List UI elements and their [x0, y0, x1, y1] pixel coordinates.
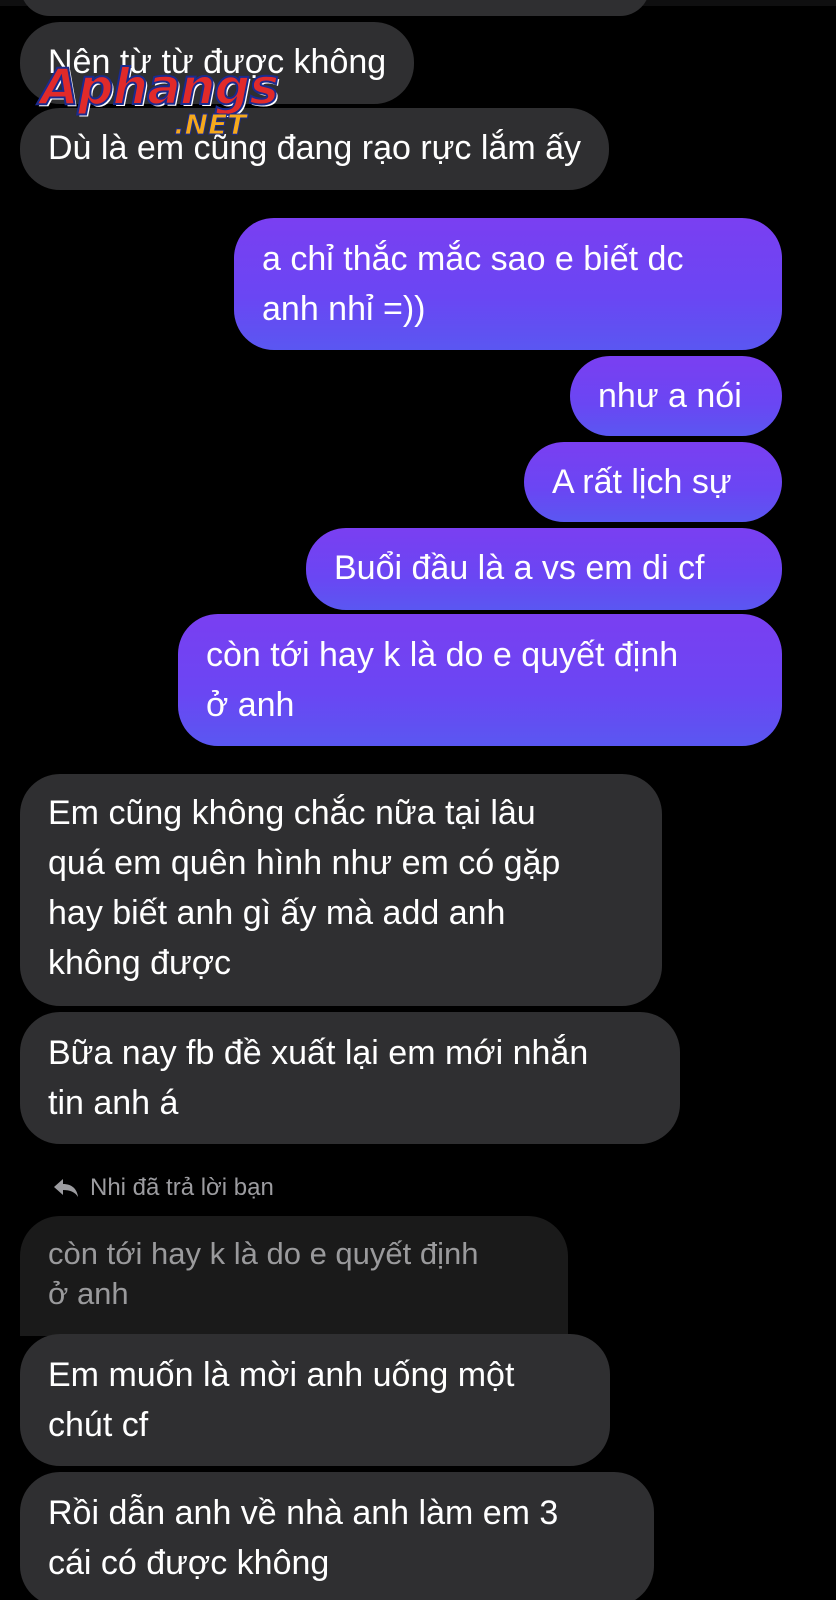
chat-screen: Nên từ từ được không Dù là em cũng đang …: [0, 0, 836, 1600]
reply-indicator: Nhi đã trả lời bạn: [52, 1174, 274, 1202]
message-bubble-outgoing[interactable]: a chỉ thắc mắc sao e biết dc anh nhỉ =)): [234, 218, 782, 350]
previous-message-bubble[interactable]: [20, 0, 650, 16]
message-bubble-outgoing[interactable]: còn tới hay k là do e quyết định ở anh: [178, 614, 782, 746]
message-bubble-outgoing[interactable]: Buổi đầu là a vs em di cf: [306, 528, 782, 610]
message-bubble-incoming[interactable]: Rồi dẫn anh về nhà anh làm em 3 cái có đ…: [20, 1472, 654, 1600]
message-bubble-incoming[interactable]: Bữa nay fb đề xuất lại em mới nhắn tin a…: [20, 1012, 680, 1144]
message-bubble-incoming[interactable]: Em cũng không chắc nữa tại lâu quá em qu…: [20, 774, 662, 1006]
reply-arrow-icon: [54, 1179, 78, 1197]
reply-label-text: Nhi đã trả lời bạn: [90, 1174, 274, 1201]
message-bubble-incoming[interactable]: Dù là em cũng đang rạo rực lắm ấy: [20, 108, 610, 190]
message-bubble-incoming[interactable]: Nên từ từ được không: [20, 22, 415, 104]
quoted-message[interactable]: còn tới hay k là do e quyết định ở anh: [20, 1216, 568, 1336]
message-bubble-outgoing[interactable]: như a nói: [570, 356, 782, 436]
message-bubble-incoming[interactable]: Em muốn là mời anh uống một chút cf: [20, 1334, 610, 1466]
message-bubble-outgoing[interactable]: A rất lịch sự: [524, 442, 782, 522]
